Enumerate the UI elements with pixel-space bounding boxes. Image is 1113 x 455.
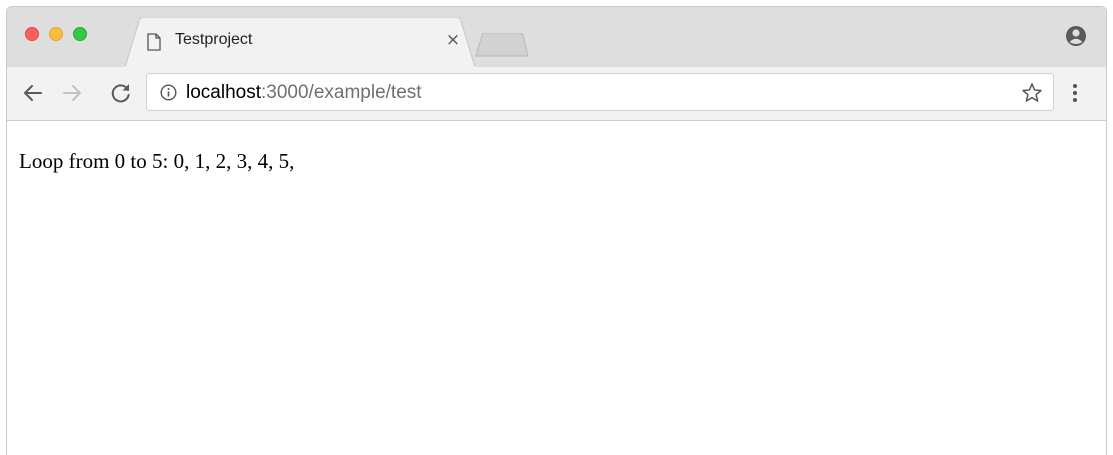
toolbar: localhost:3000/example/test <box>7 67 1106 121</box>
profile-icon[interactable] <box>1065 25 1087 47</box>
reload-icon[interactable] <box>108 80 134 106</box>
address-bar[interactable]: localhost:3000/example/test <box>146 73 1054 111</box>
tab-close-icon[interactable]: × <box>443 30 463 50</box>
forward-arrow-icon[interactable] <box>59 80 85 106</box>
tab-title: Testproject <box>175 31 253 48</box>
url-host: localhost <box>186 82 261 103</box>
browser-window: Testproject × localhost:3000/example/tes… <box>6 6 1107 455</box>
url-path: :3000/example/test <box>261 82 422 103</box>
tab-testproject[interactable]: Testproject × <box>125 17 475 67</box>
star-icon[interactable] <box>1021 82 1043 104</box>
url-text[interactable]: localhost:3000/example/test <box>186 82 422 104</box>
page-icon <box>147 33 161 51</box>
back-arrow-icon[interactable] <box>20 80 46 106</box>
page-content: Loop from 0 to 5: 0, 1, 2, 3, 4, 5, <box>7 121 1106 455</box>
close-window-button[interactable] <box>25 27 39 41</box>
loop-output-text: Loop from 0 to 5: 0, 1, 2, 3, 4, 5, <box>19 149 295 173</box>
new-tab-button[interactable] <box>475 33 529 57</box>
info-icon[interactable] <box>160 84 177 101</box>
tab-strip: Testproject × <box>7 7 1106 67</box>
maximize-window-button[interactable] <box>73 27 87 41</box>
menu-dots-icon[interactable] <box>1067 81 1083 105</box>
minimize-window-button[interactable] <box>49 27 63 41</box>
